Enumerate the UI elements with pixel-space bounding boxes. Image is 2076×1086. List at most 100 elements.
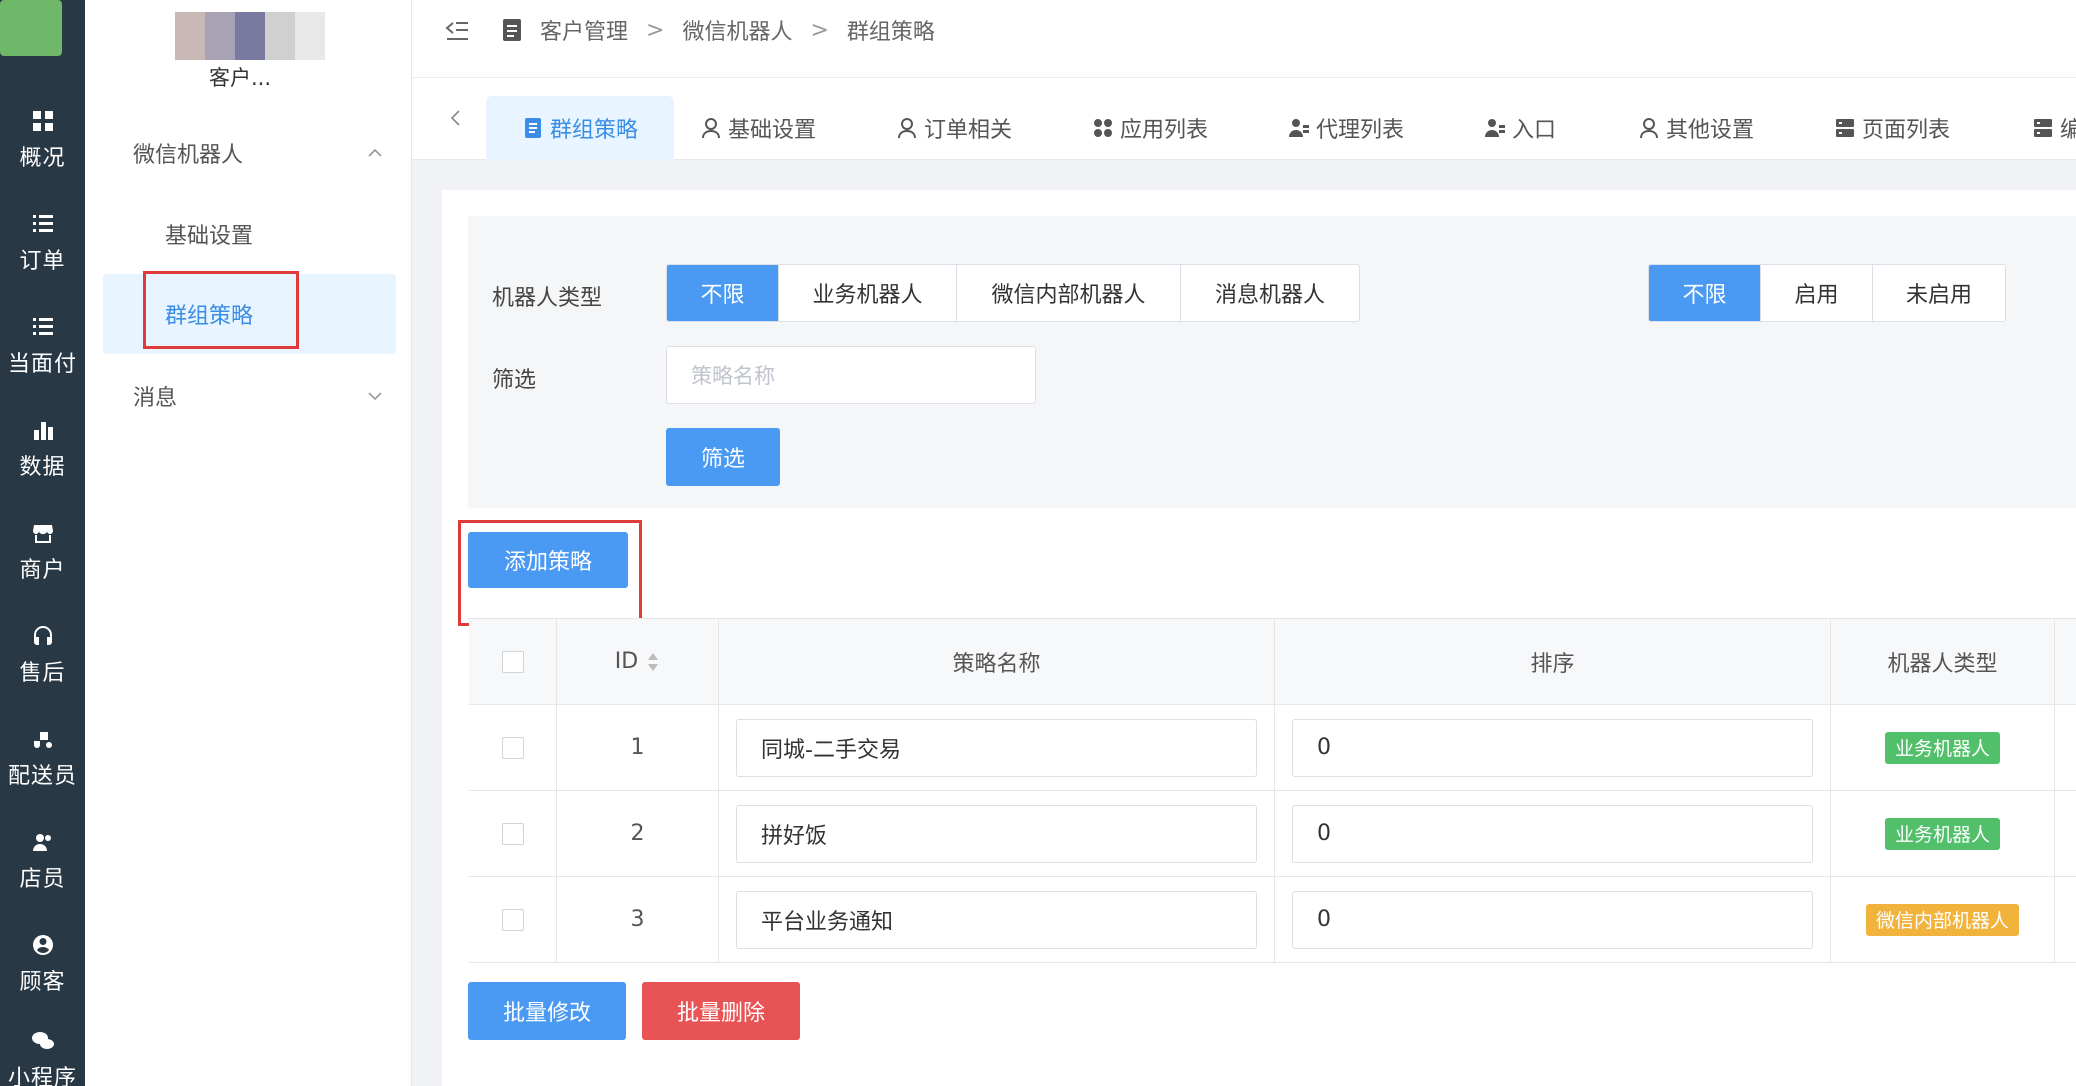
header-id[interactable]: ID — [557, 619, 719, 704]
sidebar-group-wechat-robot[interactable]: 微信机器人 — [133, 123, 383, 183]
robot-type-tag: 业务机器人 — [1884, 731, 2000, 764]
chevron-up-icon — [368, 148, 382, 157]
breadcrumb-separator: > — [810, 17, 829, 43]
filter-button[interactable]: 筛选 — [666, 428, 780, 486]
rail-item-face-pay[interactable]: 当面付 — [0, 296, 85, 396]
tab-label: 应用列表 — [1120, 118, 1209, 143]
row-name-cell: 平台业务通知 — [719, 877, 1275, 962]
row-id: 1 — [557, 705, 719, 790]
row-type-cell: 业务机器人 — [1831, 791, 2055, 876]
robot-type-option-business[interactable]: 业务机器人 — [779, 265, 957, 321]
robot-type-option-wechat-internal[interactable]: 微信内部机器人 — [957, 265, 1181, 321]
sidebar-group-label: 消息 — [133, 386, 178, 411]
row-checkbox[interactable] — [501, 822, 524, 845]
strategy-name-field[interactable]: 拼好饭 — [736, 804, 1257, 863]
row-type-cell: 微信内部机器人 — [1831, 877, 2055, 962]
strategy-name-input[interactable]: 策略名称 — [666, 346, 1036, 404]
rail-item-overview[interactable]: 概况 — [0, 90, 85, 190]
rail-item-label: 小程序 — [7, 1066, 77, 1086]
rail-item-label: 顾客 — [19, 970, 66, 995]
tab-agent-list[interactable]: 代理列表 — [1288, 96, 1404, 160]
rail-item-courier[interactable]: 配送员 — [0, 708, 85, 808]
store-icon — [30, 520, 56, 546]
row-checkbox[interactable] — [501, 736, 524, 759]
user-icon — [898, 118, 916, 139]
main-content: 机器人类型 不限 业务机器人 微信内部机器人 消息机器人 不限 启用 未启用 筛… — [442, 190, 2076, 1086]
strategy-name-field[interactable]: 平台业务通知 — [736, 890, 1257, 949]
list-icon — [30, 211, 56, 237]
row-name-cell: 同城-二手交易 — [719, 705, 1275, 790]
chevron-left-icon[interactable] — [444, 106, 468, 130]
header-sort: 排序 — [1275, 619, 1831, 704]
user-circle-icon — [30, 932, 56, 958]
rail-item-merchant[interactable]: 商户 — [0, 502, 85, 602]
server-icon — [2034, 119, 2052, 137]
status-option-any[interactable]: 不限 — [1649, 265, 1761, 321]
tab-label: 代理列表 — [1316, 118, 1405, 143]
status-option-enabled[interactable]: 启用 — [1761, 265, 1873, 321]
breadcrumb: 客户管理 > 微信机器人 > 群组策略 — [502, 14, 935, 46]
tab-entrance[interactable]: 入口 — [1484, 96, 1556, 160]
rail-item-orders[interactable]: 订单 — [0, 193, 85, 293]
tab-other-settings[interactable]: 其他设置 — [1638, 96, 1754, 160]
robot-type-tag: 微信内部机器人 — [1865, 903, 2019, 936]
tab-label: 页面列表 — [1862, 118, 1951, 143]
user-icon — [702, 118, 720, 139]
rail-item-after-sales[interactable]: 售后 — [0, 605, 85, 705]
rail-item-label: 概况 — [19, 146, 66, 171]
batch-edit-button[interactable]: 批量修改 — [468, 982, 626, 1040]
document-icon — [503, 19, 521, 41]
table-row: 2 拼好饭 0 业务机器人 — [469, 791, 2076, 877]
row-checkbox[interactable] — [501, 908, 524, 931]
tab-order-related[interactable]: 订单相关 — [896, 96, 1012, 160]
tab-group-strategy[interactable]: 群组策略 — [486, 96, 675, 160]
app-logo[interactable] — [0, 0, 62, 56]
rail-item-label: 当面付 — [7, 352, 77, 377]
robot-type-tag: 业务机器人 — [1884, 817, 2000, 850]
status-option-disabled[interactable]: 未启用 — [1873, 265, 2005, 321]
status-selector: 不限 启用 未启用 — [1648, 264, 2006, 322]
collapse-sidebar-icon[interactable] — [444, 18, 470, 44]
tab-label: 群组策略 — [550, 118, 639, 143]
tab-page-list[interactable]: 页面列表 — [1834, 96, 1950, 160]
tab-label: 基础设置 — [728, 118, 817, 143]
headset-icon — [30, 623, 56, 649]
sort-order-field[interactable]: 0 — [1292, 804, 1813, 863]
batch-delete-button[interactable]: 批量删除 — [642, 982, 800, 1040]
breadcrumb-item[interactable]: 客户管理 — [540, 14, 628, 46]
shop-avatar — [175, 12, 325, 60]
rail-item-label: 数据 — [19, 455, 66, 480]
rail-item-label: 订单 — [19, 249, 66, 274]
filter-panel: 机器人类型 不限 业务机器人 微信内部机器人 消息机器人 不限 启用 未启用 筛… — [468, 216, 2076, 508]
breadcrumb-item[interactable]: 微信机器人 — [682, 14, 792, 46]
rail-item-staff[interactable]: 店员 — [0, 811, 85, 911]
rail-item-data[interactable]: 数据 — [0, 399, 85, 499]
highlight-box — [143, 271, 299, 349]
robot-type-option-any[interactable]: 不限 — [667, 265, 779, 321]
tab-edit[interactable]: 编 — [2032, 96, 2076, 160]
rail-item-label: 配送员 — [7, 764, 77, 789]
strategy-name-field[interactable]: 同城-二手交易 — [736, 718, 1257, 777]
row-select-cell — [469, 791, 557, 876]
sort-icon[interactable] — [646, 651, 660, 673]
primary-nav-rail: 概况 订单 当面付 数据 商户 售后 配送员 店员 顾客 小程序 — [0, 0, 85, 1086]
dashboard-icon — [30, 108, 56, 134]
sort-order-field[interactable]: 0 — [1292, 890, 1813, 949]
select-all-checkbox[interactable] — [501, 650, 524, 673]
secondary-sidebar: 客户... 微信机器人 基础设置 群组策略 消息 — [85, 0, 412, 1086]
breadcrumb-separator: > — [646, 17, 665, 43]
chevron-down-icon — [368, 392, 382, 401]
rail-item-mini-program[interactable]: 小程序 — [0, 1010, 85, 1086]
tab-basic-settings[interactable]: 基础设置 — [700, 96, 816, 160]
sidebar-group-label: 微信机器人 — [133, 143, 244, 168]
rail-item-customers[interactable]: 顾客 — [0, 914, 85, 1014]
sidebar-group-message[interactable]: 消息 — [133, 366, 383, 426]
sort-order-field[interactable]: 0 — [1292, 718, 1813, 777]
sidebar-item-basic-settings[interactable]: 基础设置 — [103, 194, 396, 274]
row-name-cell: 拼好饭 — [719, 791, 1275, 876]
server-icon — [1836, 119, 1854, 137]
tab-app-list[interactable]: 应用列表 — [1092, 96, 1208, 160]
row-id: 3 — [557, 877, 719, 962]
delivery-icon — [30, 726, 56, 752]
robot-type-option-message[interactable]: 消息机器人 — [1181, 265, 1359, 321]
